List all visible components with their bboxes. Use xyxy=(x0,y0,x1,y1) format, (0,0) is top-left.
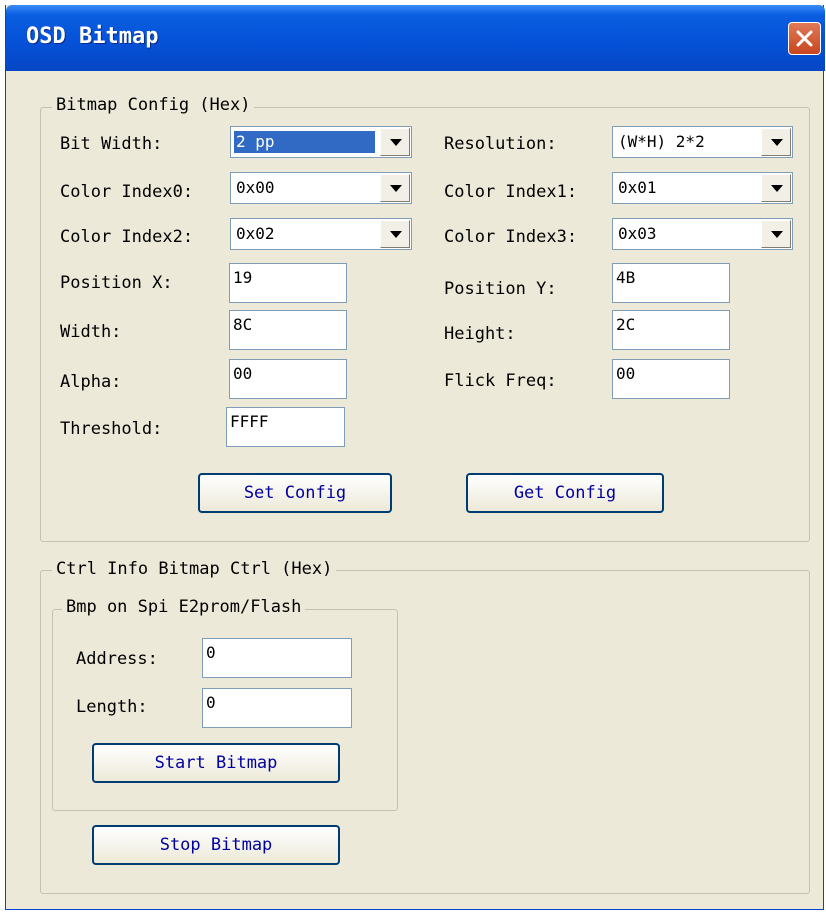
address-label: Address: xyxy=(76,649,158,669)
color-index2-dropdown-button[interactable] xyxy=(380,220,410,248)
resolution-label: Resolution: xyxy=(444,134,557,154)
color-index1-dropdown-button[interactable] xyxy=(761,174,791,202)
set-config-button[interactable]: Set Config xyxy=(198,473,392,513)
color-index3-select[interactable]: 0x03 xyxy=(612,218,793,250)
bit-width-value: 2 pp xyxy=(234,131,375,153)
resolution-select[interactable]: (W*H) 2*2 xyxy=(612,126,793,158)
position-y-label: Position Y: xyxy=(444,279,557,299)
color-index2-value: 0x02 xyxy=(236,224,275,243)
resolution-value: (W*H) 2*2 xyxy=(618,132,705,151)
color-index0-select[interactable]: 0x00 xyxy=(230,172,412,204)
height-label: Height: xyxy=(444,324,516,344)
close-icon xyxy=(796,30,813,47)
position-x-input[interactable]: 19 xyxy=(229,263,347,303)
bit-width-dropdown-button[interactable] xyxy=(380,128,410,156)
color-index2-select[interactable]: 0x02 xyxy=(230,218,412,250)
bitmap-config-group-label: Bitmap Config (Hex) xyxy=(52,95,255,115)
width-label: Width: xyxy=(60,322,122,342)
start-bitmap-button[interactable]: Start Bitmap xyxy=(92,743,340,783)
color-index1-value: 0x01 xyxy=(618,178,657,197)
title-bar[interactable]: OSD Bitmap xyxy=(6,5,825,71)
length-label: Length: xyxy=(76,697,148,717)
bit-width-label: Bit Width: xyxy=(60,134,163,154)
chevron-down-icon xyxy=(390,139,402,146)
chevron-down-icon xyxy=(771,185,783,192)
alpha-label: Alpha: xyxy=(60,372,122,392)
alpha-input[interactable]: 00 xyxy=(229,359,347,399)
flick-freq-input[interactable]: 00 xyxy=(612,359,730,399)
resolution-dropdown-button[interactable] xyxy=(761,128,791,156)
height-input[interactable]: 2C xyxy=(612,310,730,350)
get-config-button[interactable]: Get Config xyxy=(466,473,664,513)
chevron-down-icon xyxy=(771,231,783,238)
threshold-input[interactable]: FFFF xyxy=(226,407,345,447)
chevron-down-icon xyxy=(771,139,783,146)
spi-flash-group-label: Bmp on Spi E2prom/Flash xyxy=(62,597,306,617)
position-x-label: Position X: xyxy=(60,273,173,293)
flick-freq-label: Flick Freq: xyxy=(444,371,557,391)
window-title: OSD Bitmap xyxy=(26,24,159,49)
color-index0-value: 0x00 xyxy=(236,178,275,197)
length-input[interactable]: 0 xyxy=(202,688,352,728)
color-index1-select[interactable]: 0x01 xyxy=(612,172,793,204)
color-index3-dropdown-button[interactable] xyxy=(761,220,791,248)
close-button[interactable] xyxy=(788,22,821,55)
bit-width-select[interactable]: 2 pp xyxy=(230,126,412,158)
dialog-body: Bitmap Config (Hex) Bit Width: 2 pp Reso… xyxy=(6,71,823,909)
color-index1-label: Color Index1: xyxy=(444,182,578,202)
width-input[interactable]: 8C xyxy=(229,310,347,350)
threshold-label: Threshold: xyxy=(60,419,163,439)
color-index3-label: Color Index3: xyxy=(444,227,578,247)
color-index3-value: 0x03 xyxy=(618,224,657,243)
osd-bitmap-dialog: OSD Bitmap Bitmap Config (Hex) Bit Width… xyxy=(5,5,825,910)
color-index0-dropdown-button[interactable] xyxy=(380,174,410,202)
chevron-down-icon xyxy=(390,185,402,192)
color-index2-label: Color Index2: xyxy=(60,227,194,247)
color-index0-label: Color Index0: xyxy=(60,182,194,202)
chevron-down-icon xyxy=(390,231,402,238)
ctrl-info-group-label: Ctrl Info Bitmap Ctrl (Hex) xyxy=(52,559,337,579)
address-input[interactable]: 0 xyxy=(202,638,352,678)
stop-bitmap-button[interactable]: Stop Bitmap xyxy=(92,825,340,865)
position-y-input[interactable]: 4B xyxy=(612,263,730,303)
